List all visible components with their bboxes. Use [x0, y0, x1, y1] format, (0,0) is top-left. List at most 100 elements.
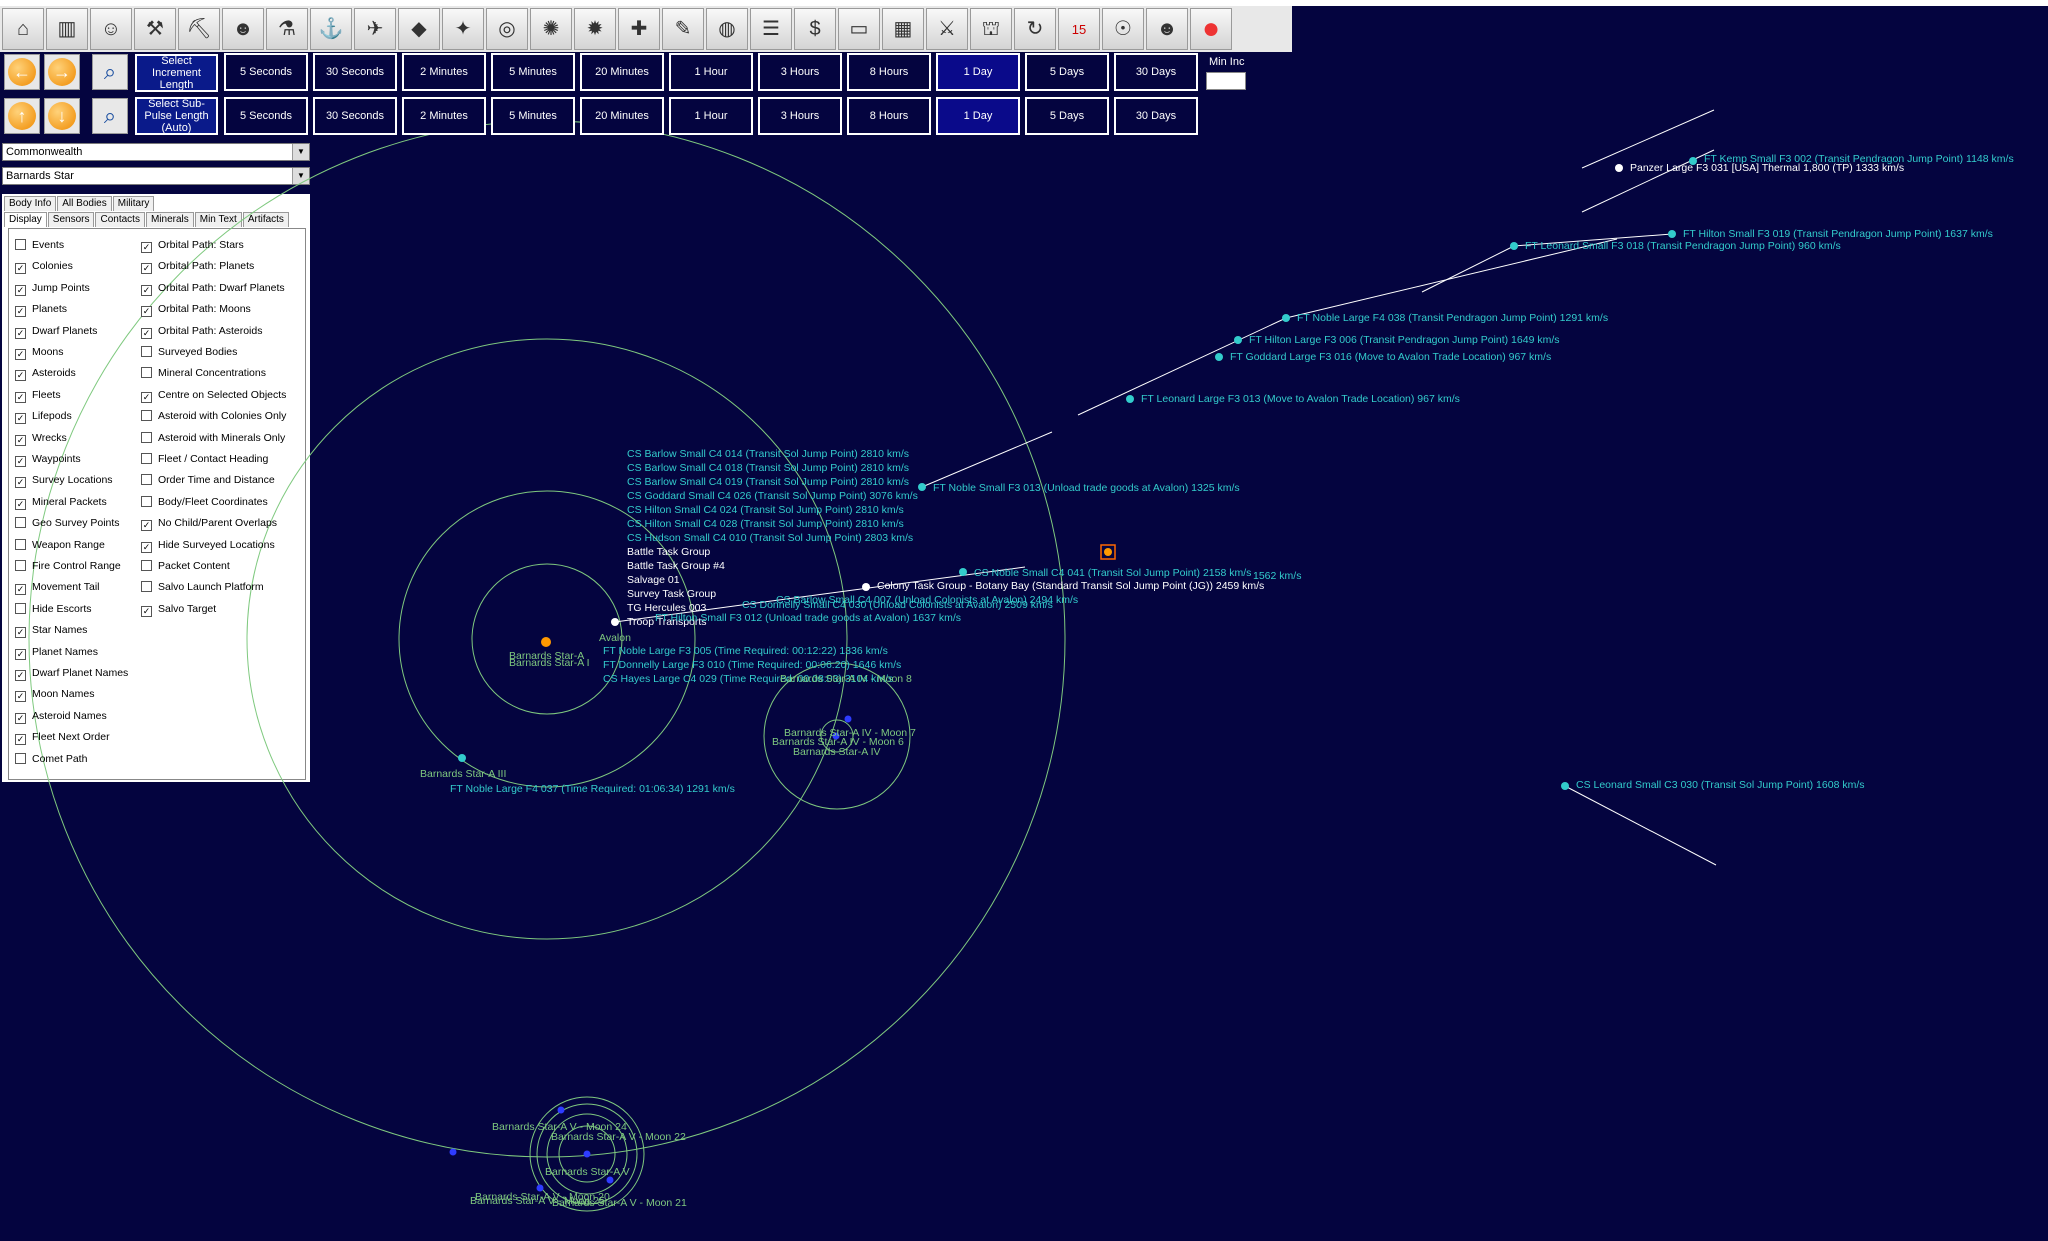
tab-military[interactable]: Military: [112, 196, 155, 211]
row1-2-minutes-button[interactable]: 2 Minutes: [402, 53, 486, 91]
stats-button[interactable]: ☰: [750, 8, 792, 50]
unchecked-checkbox-icon[interactable]: [141, 431, 152, 443]
user-button[interactable]: ☻: [1146, 8, 1188, 50]
unchecked-checkbox-icon[interactable]: [141, 581, 152, 593]
option-orbital-path-stars[interactable]: ✓ Orbital Path: Stars: [141, 237, 244, 253]
row2-5-days-button[interactable]: 5 Days: [1025, 97, 1109, 135]
option-mineral-concentrations[interactable]: Mineral Concentrations: [141, 365, 266, 381]
option-fleet-contact-heading[interactable]: Fleet / Contact Heading: [141, 451, 268, 467]
row1-1-day-button[interactable]: 1 Day: [936, 53, 1020, 91]
option-waypoints[interactable]: ✓ Waypoints: [15, 451, 81, 467]
option-moons[interactable]: ✓ Moons: [15, 344, 64, 360]
unchecked-checkbox-icon[interactable]: [141, 346, 152, 357]
star-button[interactable]: ✺: [530, 8, 572, 50]
government-button[interactable]: ⛫: [970, 8, 1012, 50]
row1-5-seconds-button[interactable]: 5 Seconds: [224, 53, 308, 91]
option-survey-locations[interactable]: ✓ Survey Locations: [15, 472, 113, 489]
down-button[interactable]: ↓: [44, 98, 80, 134]
back-button[interactable]: ←: [4, 54, 40, 90]
tab-body-info[interactable]: Body Info: [4, 196, 57, 211]
row2-30-days-button[interactable]: 30 Days: [1114, 97, 1198, 135]
alien-button[interactable]: ☉: [1102, 8, 1144, 50]
unchecked-checkbox-icon[interactable]: [141, 495, 152, 507]
unchecked-checkbox-icon[interactable]: [141, 367, 152, 379]
shipyard-button[interactable]: ⚓: [310, 8, 352, 50]
house-button[interactable]: ⌂: [2, 8, 44, 50]
checked-checkbox-icon[interactable]: ✓: [15, 349, 26, 360]
unchecked-checkbox-icon[interactable]: [141, 474, 152, 486]
min-inc-input[interactable]: [1206, 72, 1246, 90]
tab-contacts[interactable]: Contacts: [95, 212, 145, 227]
option-star-names[interactable]: ✓ Star Names: [15, 622, 87, 639]
row1-30-days-button[interactable]: 30 Days: [1114, 53, 1198, 91]
ground-forces-button[interactable]: ⚔: [926, 8, 968, 50]
option-packet-content[interactable]: Packet Content: [141, 558, 230, 574]
checked-checkbox-icon[interactable]: ✓: [15, 477, 26, 489]
option-hide-surveyed-locations[interactable]: ✓ Hide Surveyed Locations: [141, 537, 275, 553]
buildings-button[interactable]: ▥: [46, 8, 88, 50]
unchecked-checkbox-icon[interactable]: [15, 752, 26, 764]
ship-design-button[interactable]: ✈: [354, 8, 396, 50]
checked-checkbox-icon[interactable]: ✓: [141, 391, 152, 403]
unchecked-checkbox-icon[interactable]: [141, 410, 152, 422]
checked-checkbox-icon[interactable]: ✓: [15, 691, 26, 703]
option-weapon-range[interactable]: Weapon Range: [15, 537, 105, 553]
checked-checkbox-icon[interactable]: ✓: [15, 391, 26, 403]
checked-checkbox-icon[interactable]: ✓: [15, 413, 26, 425]
option-surveyed-bodies[interactable]: Surveyed Bodies: [141, 344, 237, 360]
option-geo-survey-points[interactable]: Geo Survey Points: [15, 515, 120, 531]
checked-checkbox-icon[interactable]: ✓: [141, 520, 152, 532]
up-button[interactable]: ↑: [4, 98, 40, 134]
row1-5-minutes-button[interactable]: 5 Minutes: [491, 53, 575, 91]
option-asteroid-names[interactable]: ✓ Asteroid Names: [15, 708, 107, 724]
checked-checkbox-icon[interactable]: ✓: [141, 541, 152, 553]
checked-checkbox-icon[interactable]: ✓: [15, 584, 26, 596]
option-asteroid-with-minerals-only[interactable]: Asteroid with Minerals Only: [141, 430, 285, 446]
wealth-button[interactable]: $: [794, 8, 836, 50]
unchecked-checkbox-icon[interactable]: [15, 602, 26, 614]
tab-artifacts[interactable]: Artifacts: [242, 212, 289, 227]
checked-checkbox-icon[interactable]: ✓: [15, 498, 26, 510]
tab-minerals[interactable]: Minerals: [145, 212, 194, 227]
option-planet-names[interactable]: ✓ Planet Names: [15, 644, 98, 660]
class-design-button[interactable]: ◆: [398, 8, 440, 50]
officer-button[interactable]: ☻: [222, 8, 264, 50]
checked-checkbox-icon[interactable]: ✓: [15, 712, 26, 724]
race-select[interactable]: Commonwealth ▼: [2, 143, 310, 161]
checked-checkbox-icon[interactable]: ✓: [15, 370, 26, 382]
checked-checkbox-icon[interactable]: ✓: [141, 263, 152, 275]
intelligence-button[interactable]: ✎: [662, 8, 704, 50]
population-button[interactable]: ☺: [90, 8, 132, 50]
row1-20-minutes-button[interactable]: 20 Minutes: [580, 53, 664, 91]
option-mineral-packets[interactable]: ✓ Mineral Packets: [15, 494, 107, 510]
row1-1-hour-button[interactable]: 1 Hour: [669, 53, 753, 91]
row2-2-minutes-button[interactable]: 2 Minutes: [402, 97, 486, 135]
option-asteroids[interactable]: ✓ Asteroids: [15, 365, 76, 382]
option-movement-tail[interactable]: ✓ Movement Tail: [15, 579, 100, 596]
option-salvo-launch-platform[interactable]: Salvo Launch Platform: [141, 579, 264, 595]
row2-5-seconds-button[interactable]: 5 Seconds: [224, 97, 308, 135]
checked-checkbox-icon[interactable]: ✓: [141, 284, 152, 296]
circuit-button[interactable]: ▦: [882, 8, 924, 50]
row1-3-hours-button[interactable]: 3 Hours: [758, 53, 842, 91]
checked-checkbox-icon[interactable]: ✓: [15, 284, 26, 296]
unchecked-checkbox-icon[interactable]: [15, 239, 26, 250]
row2-30-seconds-button[interactable]: 30 Seconds: [313, 97, 397, 135]
option-salvo-target[interactable]: ✓ Salvo Target: [141, 601, 216, 617]
checked-checkbox-icon[interactable]: ✓: [141, 327, 152, 339]
galaxy-button[interactable]: ✹: [574, 8, 616, 50]
globe-button[interactable]: ◍: [706, 8, 748, 50]
row2-1-hour-button[interactable]: 1 Hour: [669, 97, 753, 135]
checked-checkbox-icon[interactable]: ✓: [15, 306, 26, 318]
row1-8-hours-button[interactable]: 8 Hours: [847, 53, 931, 91]
row2-8-hours-button[interactable]: 8 Hours: [847, 97, 931, 135]
option-orbital-path-asteroids[interactable]: ✓ Orbital Path: Asteroids: [141, 323, 262, 339]
row1-5-days-button[interactable]: 5 Days: [1025, 53, 1109, 91]
option-events[interactable]: Events: [15, 237, 64, 253]
zoom-in-button[interactable]: ⌕: [92, 54, 128, 90]
option-fire-control-range[interactable]: Fire Control Range: [15, 558, 121, 574]
row2-20-minutes-button[interactable]: 20 Minutes: [580, 97, 664, 135]
option-orbital-path-dwarf-planets[interactable]: ✓ Orbital Path: Dwarf Planets: [141, 280, 285, 296]
checked-checkbox-icon[interactable]: ✓: [15, 734, 26, 746]
checked-checkbox-icon[interactable]: ✓: [15, 670, 26, 681]
